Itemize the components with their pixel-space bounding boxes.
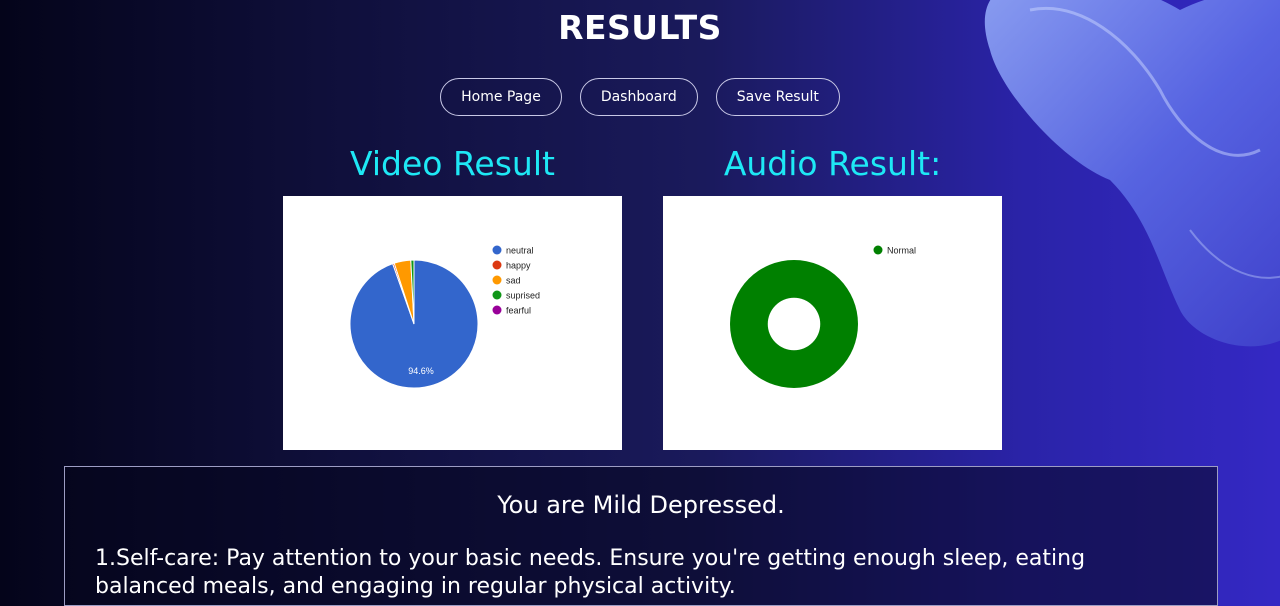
audio-result-chart: Normal: [663, 196, 1002, 450]
nav-buttons: Home Page Dashboard Save Result: [0, 78, 1280, 116]
legend-label-sad: sad: [506, 276, 521, 286]
legend-label-normal: Normal: [887, 246, 916, 256]
legend-label-suprised: suprised: [506, 291, 540, 301]
page-title: RESULTS: [558, 8, 722, 47]
advice-text: 1.Self-care: Pay attention to your basic…: [95, 546, 1086, 599]
home-page-button[interactable]: Home Page: [440, 78, 562, 116]
legend-label-happy: happy: [506, 261, 531, 271]
legend-marker-fearful: [492, 305, 502, 315]
save-result-button[interactable]: Save Result: [715, 78, 840, 116]
diagnosis-text: You are Mild Depressed.: [497, 491, 785, 519]
legend-label-neutral: neutral: [506, 246, 534, 256]
video-result-chart: neutral happy sad suprised fearful 94.6%: [283, 196, 622, 450]
legend-marker-normal: [873, 245, 883, 255]
donut-hole: [767, 297, 821, 351]
legend-label-fearful: fearful: [506, 306, 531, 316]
video-result-heading: Video Result: [350, 144, 555, 183]
legend-marker-happy: [492, 260, 502, 270]
legend-marker-neutral: [492, 245, 502, 255]
legend-marker-suprised: [492, 290, 502, 300]
dashboard-button[interactable]: Dashboard: [579, 78, 698, 116]
legend-marker-sad: [492, 275, 502, 285]
audio-result-heading: Audio Result:: [723, 144, 942, 183]
decorative-glass-shape: [984, 0, 1280, 347]
result-summary-box: You are Mild Depressed. 1.Self-care: Pay…: [64, 466, 1218, 606]
slice-value-label: 94.6%: [408, 366, 434, 376]
